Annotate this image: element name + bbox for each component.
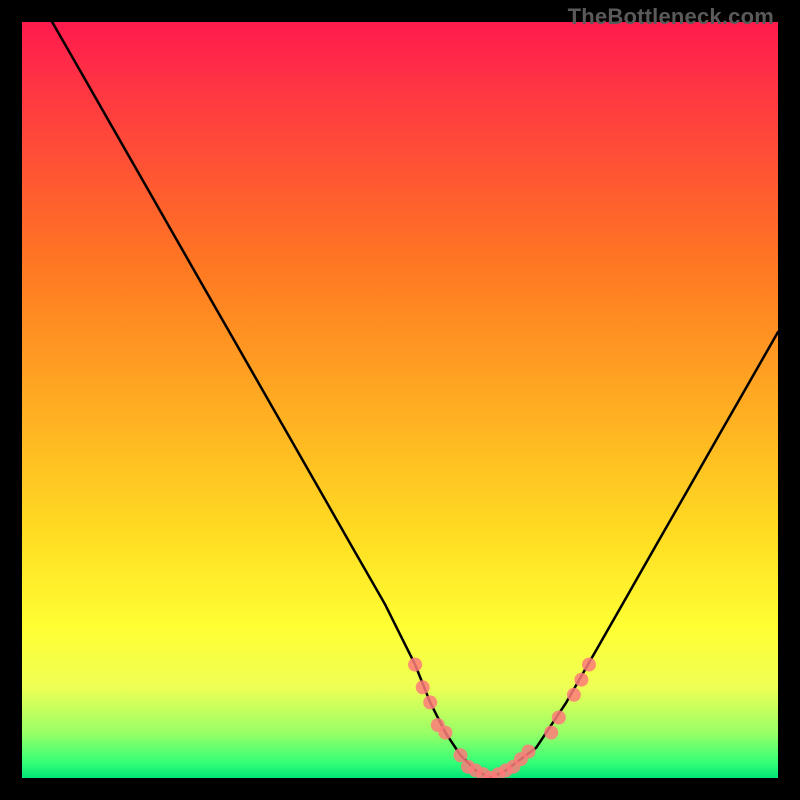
watermark-text: TheBottleneck.com: [568, 4, 774, 30]
chart-frame: TheBottleneck.com: [0, 0, 800, 800]
highlight-dots: [408, 658, 596, 778]
curve-layer: [22, 22, 778, 778]
plot-area: [22, 22, 778, 778]
